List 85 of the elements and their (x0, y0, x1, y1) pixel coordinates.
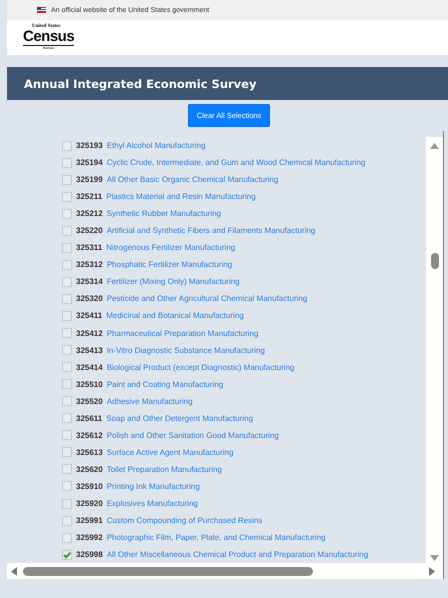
industry-link[interactable]: Biological Product (except Diagnostic) Manufacturing (106, 362, 294, 372)
industry-link[interactable]: Nitrogenous Fertilizer Manufacturing (106, 243, 236, 252)
flag-icon (37, 7, 46, 13)
checkbox[interactable] (62, 379, 72, 390)
naics-code: 325612 (76, 430, 103, 440)
naics-code: 325220 (76, 226, 103, 236)
industry-link[interactable]: Paint and Coating Manufacturing (106, 380, 224, 389)
survey-title: Annual Integrated Economic Survey (24, 76, 256, 90)
industry-link[interactable]: Pharmaceutical Preparation Manufacturing (106, 328, 258, 338)
industry-link[interactable]: Adhesive Manufacturing (106, 396, 193, 406)
industry-link[interactable]: Ethyl Alcohol Manufacturing (106, 141, 206, 150)
industry-link[interactable]: Cyclic Crude, Intermediate, and Gum and Wood Chemical Manufacturing (106, 158, 366, 168)
checkbox[interactable] (62, 140, 72, 151)
checkbox[interactable] (62, 294, 72, 304)
naics-code: 325193 (76, 141, 103, 150)
naics-code: 325611 (76, 414, 102, 423)
naics-code: 325211 (76, 192, 102, 202)
naics-code: 325620 (76, 464, 103, 474)
industry-link[interactable]: Photographic Film, Paper, Plate, and Chemical Manufacturing (106, 533, 326, 542)
industry-link[interactable]: Plastics Material and Resin Manufacturing (106, 192, 256, 202)
naics-code: 325314 (76, 277, 103, 286)
scroll-down-icon[interactable] (430, 555, 439, 561)
naics-code: 325998 (76, 550, 103, 560)
industry-link[interactable]: Polish and Other Sanitation Good Manufacturing (106, 430, 279, 440)
checkbox[interactable] (62, 498, 72, 508)
naics-code: 325194 (76, 158, 103, 168)
vertical-scrollbar[interactable] (426, 137, 443, 563)
checkbox[interactable] (62, 430, 72, 440)
scroll-right-icon[interactable] (429, 566, 435, 576)
checkbox[interactable] (62, 260, 72, 270)
checkbox[interactable] (62, 447, 72, 458)
naics-code: 325520 (76, 396, 103, 406)
industry-link[interactable]: In-Vitro Diagnostic Substance Manufacturing (106, 346, 265, 355)
checkbox[interactable] (62, 481, 72, 492)
industry-link[interactable]: All Other Miscellaneous Chemical Product and Preparation Manufacturing (106, 550, 368, 560)
naics-code: 325910 (76, 482, 103, 491)
horizontal-scrollbar[interactable] (7, 563, 443, 579)
industry-link[interactable]: Artificial and Synthetic Fibers and Filaments Manufacturing (106, 226, 316, 236)
checkbox[interactable] (62, 362, 72, 372)
industry-link[interactable]: Soap and Other Detergent Manufacturing (106, 414, 254, 423)
naics-code: 325412 (76, 328, 103, 338)
industry-link[interactable]: Surface Active Agent Manufacturing (106, 448, 234, 457)
industry-link[interactable]: Explosives Manufacturing (106, 499, 198, 508)
checkbox[interactable] (62, 328, 72, 338)
naics-code: 325212 (76, 209, 103, 218)
naics-code: 325992 (76, 533, 103, 542)
checkbox[interactable] (62, 276, 72, 287)
industry-link[interactable]: Phosphatic Fertilizer Manufacturing (106, 260, 232, 270)
checkbox[interactable] (62, 464, 72, 474)
industry-link[interactable]: Medicinal and Botanical Manufacturing (106, 311, 244, 320)
checkbox[interactable] (62, 396, 72, 406)
checkbox[interactable] (62, 226, 72, 236)
checkbox[interactable] (62, 242, 72, 253)
checkbox[interactable] (62, 174, 72, 185)
checkbox[interactable] (62, 310, 72, 321)
checkbox[interactable] (62, 516, 72, 526)
naics-code: 325991 (76, 516, 103, 526)
industry-link[interactable]: Pesticide and Other Agricultural Chemical Manufacturing (106, 294, 308, 304)
industry-link[interactable]: Custom Compounding of Purchased Resins (106, 516, 262, 526)
checkbox[interactable] (62, 192, 72, 202)
naics-code: 325411 (76, 311, 102, 320)
naics-code: 325312 (76, 260, 103, 270)
naics-code: 325510 (76, 380, 103, 389)
scrollbar-thumb[interactable] (23, 566, 313, 576)
checkbox[interactable] (62, 532, 72, 543)
industry-link[interactable]: Synthetic Rubber Manufacturing (106, 209, 221, 218)
industry-link[interactable]: Printing Ink Manufacturing (106, 482, 200, 491)
checkbox[interactable] (62, 550, 72, 560)
industry-link[interactable]: Fertilizer (Mixing Only) Manufacturing (106, 277, 240, 286)
industry-link[interactable]: Toilet Preparation Manufacturing (106, 464, 222, 474)
scrollbar-thumb[interactable] (430, 253, 438, 269)
naics-code: 325613 (76, 448, 103, 457)
scroll-up-icon[interactable] (430, 143, 439, 149)
checkbox[interactable] (62, 413, 72, 424)
naics-code: 325199 (76, 175, 103, 184)
checkbox[interactable] (62, 208, 72, 219)
naics-code: 325413 (76, 346, 103, 355)
checkbox[interactable] (62, 158, 72, 168)
industry-link[interactable]: All Other Basic Organic Chemical Manufacturing (106, 175, 278, 184)
naics-code: 325414 (76, 362, 103, 372)
naics-code: 325311 (76, 243, 102, 252)
naics-code: 325320 (76, 294, 103, 304)
scroll-left-icon[interactable] (11, 566, 17, 576)
checkbox[interactable] (62, 345, 72, 356)
naics-code: 325920 (76, 499, 103, 508)
